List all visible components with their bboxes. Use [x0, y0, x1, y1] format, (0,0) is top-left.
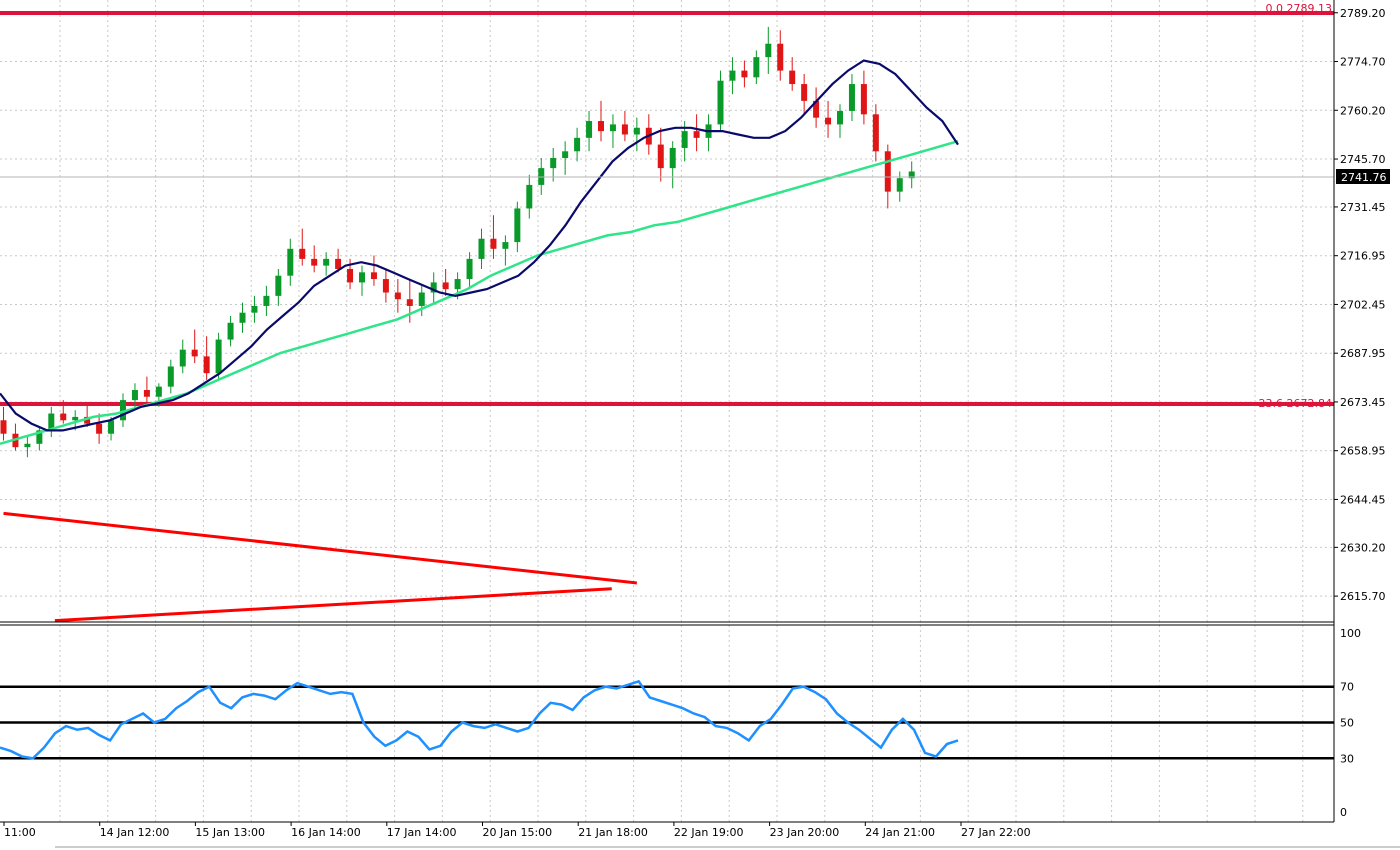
price-tick-label: 2731.45: [1340, 201, 1386, 214]
candle-body: [299, 248, 306, 259]
candle-body: [574, 137, 581, 152]
time-tick-label: 21 Jan 18:00: [578, 826, 648, 839]
osc-tick-label: 0: [1340, 806, 1347, 819]
candle-body: [131, 390, 138, 401]
candle-body: [801, 84, 808, 101]
candle-body: [562, 151, 569, 159]
candle-body: [693, 131, 700, 138]
candle-body: [884, 151, 891, 192]
candle-body: [323, 258, 330, 266]
candle-body: [239, 312, 246, 323]
price-tick-label: 2789.20: [1340, 7, 1386, 20]
candle-body: [586, 121, 593, 138]
candle-body: [203, 356, 210, 374]
fib-label-23: 23.6 2672.84: [1259, 397, 1332, 410]
time-tick-label: 22 Jan 19:00: [674, 826, 744, 839]
candle-body: [72, 416, 79, 421]
candle-body: [143, 390, 150, 397]
candle-body: [765, 43, 772, 58]
price-tick-label: 2745.70: [1340, 153, 1386, 166]
candle-body: [777, 43, 784, 71]
candle-body: [598, 121, 604, 132]
candle-body: [490, 238, 497, 249]
fib-label-0: 0.0 2789.13: [1266, 2, 1332, 15]
candle-body: [227, 322, 234, 340]
candle-body: [251, 305, 258, 313]
candle-body: [502, 242, 509, 249]
candle-body: [681, 131, 688, 148]
candle-body: [359, 272, 365, 283]
price-tick-label: 2630.20: [1340, 541, 1386, 554]
candle-body: [191, 349, 198, 357]
candle-body: [848, 84, 855, 111]
candle-body: [741, 70, 748, 78]
time-tick-label: 20 Jan 15:00: [483, 826, 553, 839]
candle-body: [418, 292, 425, 306]
candle-body: [466, 258, 473, 280]
time-tick-label: 27 Jan 22:00: [961, 826, 1031, 839]
time-tick-label: 24 Jan 21:00: [865, 826, 935, 839]
candle-body: [442, 282, 449, 290]
time-tick-label: 11:00: [4, 826, 36, 839]
candle-body: [729, 70, 736, 81]
candle-body: [633, 127, 640, 135]
candle-body: [347, 268, 354, 283]
candle-body: [406, 299, 413, 306]
time-tick-label: 17 Jan 14:00: [387, 826, 457, 839]
time-tick-label: 15 Jan 13:00: [195, 826, 265, 839]
price-tick-label: 2774.70: [1340, 56, 1386, 69]
time-tick-label: 14 Jan 12:00: [100, 826, 170, 839]
candle-body: [275, 275, 282, 296]
candle-body: [657, 144, 664, 169]
price-tick-label: 2644.45: [1340, 493, 1386, 506]
candle-body: [789, 70, 796, 85]
candle-body: [96, 423, 103, 434]
candle-body: [167, 366, 174, 387]
price-tick-label: 2716.95: [1340, 250, 1386, 263]
candle-body: [382, 279, 389, 293]
candle-body: [263, 295, 270, 306]
candle-body: [155, 386, 162, 397]
candle-body: [896, 178, 903, 192]
candle-body: [454, 279, 461, 290]
candle-body: [108, 420, 115, 434]
candle-body: [394, 292, 401, 300]
candle-body: [825, 117, 832, 125]
time-tick-label: 23 Jan 20:00: [770, 826, 840, 839]
candle-body: [860, 84, 867, 115]
candle-body: [526, 184, 533, 209]
candle-body: [753, 57, 760, 78]
osc-tick-label: 50: [1340, 717, 1354, 730]
candle-body: [872, 114, 879, 152]
candle-body: [478, 238, 485, 259]
candle-body: [609, 124, 616, 132]
price-tick-label: 2702.45: [1340, 298, 1386, 311]
candle-body: [179, 349, 186, 367]
osc-tick-label: 70: [1340, 681, 1354, 694]
osc-tick-label: 30: [1340, 752, 1354, 765]
candle-body: [514, 208, 521, 243]
candle-body: [669, 147, 676, 169]
osc-tick-label: 100: [1340, 627, 1361, 640]
chart-canvas: 2789.20 2774.70 2760.20 2745.70 2731.45 2716.…: [0, 0, 1400, 850]
candle-body: [550, 158, 557, 169]
time-tick-label: 16 Jan 14:00: [291, 826, 361, 839]
price-tick-label: 2658.95: [1340, 445, 1386, 458]
candle-body: [287, 248, 294, 276]
candle-body: [311, 258, 318, 266]
candle-body: [60, 413, 67, 421]
candle-body: [335, 258, 342, 269]
price-tick-label: 2615.70: [1340, 590, 1386, 603]
candle-body: [0, 420, 7, 434]
candle-body: [717, 80, 724, 125]
current-price-label: 2741.76: [1341, 171, 1387, 184]
candle-body: [24, 443, 31, 448]
candle-body: [837, 110, 843, 125]
candle-body: [215, 339, 222, 374]
price-tick-label: 2687.95: [1340, 347, 1386, 360]
candle-body: [370, 272, 377, 280]
price-tick-label: 2760.20: [1340, 104, 1386, 117]
price-tick-label: 2673.45: [1340, 396, 1386, 409]
candle-body: [621, 124, 628, 135]
